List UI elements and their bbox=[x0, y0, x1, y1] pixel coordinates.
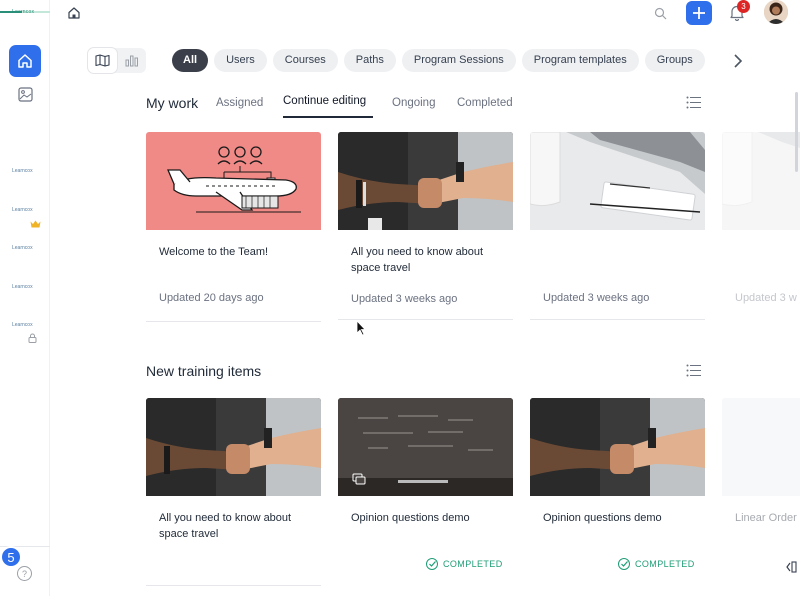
user-avatar[interactable] bbox=[764, 0, 788, 24]
chip-all[interactable]: All bbox=[172, 49, 209, 72]
status-badge: COMPLETED bbox=[618, 558, 695, 570]
rail-library-button[interactable] bbox=[17, 86, 33, 102]
tab-ongoing[interactable]: Ongoing bbox=[392, 97, 435, 109]
card-title: Opinion questions demo bbox=[543, 512, 662, 524]
my-work-card[interactable]: Updated 3 weeks ago bbox=[530, 132, 705, 322]
brand-logo[interactable]: Learncox bbox=[12, 9, 34, 15]
crown-icon bbox=[30, 215, 41, 228]
new-training-list-view-icon[interactable] bbox=[686, 364, 702, 377]
help-button[interactable]: ? bbox=[17, 566, 32, 581]
status-label: COMPLETED bbox=[635, 559, 695, 569]
chip-courses[interactable]: Courses bbox=[272, 49, 338, 72]
training-card[interactable]: Opinion questions demo COMPLETED bbox=[338, 398, 513, 588]
fist-bump-photo bbox=[338, 132, 513, 230]
home-icon bbox=[18, 54, 32, 68]
chip-groups[interactable]: Groups bbox=[644, 49, 705, 72]
card-title: All you need to know about space travel bbox=[159, 512, 292, 540]
notification-count-badge: 3 bbox=[737, 0, 750, 13]
chip-program-sessions[interactable]: Program Sessions bbox=[401, 49, 516, 72]
card-title: Welcome to the Team! bbox=[159, 246, 269, 258]
view-toggle bbox=[88, 48, 146, 73]
active-tab-indicator bbox=[283, 116, 373, 118]
lock-icon bbox=[28, 330, 37, 343]
card-title: All you need to know about space travel bbox=[351, 246, 484, 274]
analytics-view-button[interactable] bbox=[117, 48, 146, 73]
laptop-desk-photo bbox=[722, 132, 800, 230]
blank-thumbnail bbox=[722, 398, 800, 496]
collapse-panel-icon[interactable] bbox=[785, 560, 797, 573]
airplane-illustration bbox=[146, 132, 321, 230]
search-icon[interactable] bbox=[654, 7, 667, 20]
training-card[interactable]: Opinion questions demo COMPLETED bbox=[530, 398, 705, 588]
fist-bump-photo bbox=[146, 398, 321, 496]
my-work-card[interactable]: Updated 3 w bbox=[722, 132, 800, 322]
check-circle-icon bbox=[426, 558, 438, 570]
filter-chips: All Users Courses Paths Program Sessions Prog… bbox=[172, 49, 712, 73]
breadcrumb-home-icon[interactable] bbox=[67, 6, 81, 20]
status-badge: COMPLETED bbox=[426, 558, 503, 570]
chip-paths[interactable]: Paths bbox=[343, 49, 396, 72]
training-card[interactable]: All you need to know about space travel bbox=[146, 398, 321, 588]
chip-users[interactable]: Users bbox=[214, 49, 267, 72]
card-updated-meta: Updated 3 w bbox=[735, 292, 797, 304]
card-title: Linear Order bbox=[735, 512, 797, 524]
card-updated-meta: Updated 3 weeks ago bbox=[543, 292, 650, 304]
my-work-card[interactable]: All you need to know about space travel … bbox=[338, 132, 513, 322]
card-divider bbox=[530, 319, 705, 320]
onboarding-count-badge[interactable]: 5 bbox=[0, 546, 22, 568]
plus-icon bbox=[693, 7, 705, 19]
fist-bump-photo bbox=[530, 398, 705, 496]
left-rail: Learncox Learncox Learncox Learncox Lear… bbox=[0, 0, 50, 596]
chip-program-templates[interactable]: Program templates bbox=[521, 49, 639, 72]
create-button[interactable] bbox=[686, 1, 712, 25]
scrollbar[interactable] bbox=[795, 92, 798, 172]
image-gallery-icon bbox=[17, 86, 33, 102]
status-label: COMPLETED bbox=[443, 559, 503, 569]
chevron-right-icon[interactable] bbox=[731, 52, 745, 70]
card-updated-meta: Updated 3 weeks ago bbox=[351, 293, 458, 305]
tab-assigned[interactable]: Assigned bbox=[216, 97, 263, 109]
card-divider bbox=[146, 585, 321, 586]
card-updated-meta: Updated 20 days ago bbox=[159, 292, 264, 304]
rail-app-4[interactable]: Learncox bbox=[12, 284, 33, 290]
my-work-card[interactable]: Welcome to the Team! Updated 20 days ago bbox=[146, 132, 321, 322]
map-icon bbox=[95, 54, 110, 67]
rail-logo-accent bbox=[0, 0, 50, 13]
bar-chart-icon bbox=[125, 55, 138, 67]
tab-completed[interactable]: Completed bbox=[457, 97, 513, 109]
mouse-cursor-icon bbox=[356, 319, 366, 336]
rail-app-1[interactable]: Learncox bbox=[12, 168, 33, 174]
card-divider bbox=[146, 321, 321, 322]
map-view-button[interactable] bbox=[88, 48, 117, 73]
tab-continue-editing[interactable]: Continue editing bbox=[283, 95, 366, 107]
rail-app-2[interactable]: Learncox bbox=[12, 207, 33, 213]
my-work-list-view-icon[interactable] bbox=[686, 96, 702, 109]
laptop-desk-photo bbox=[530, 132, 705, 230]
new-training-title: New training items bbox=[146, 363, 262, 379]
rail-home-button[interactable] bbox=[9, 45, 41, 77]
card-title: Opinion questions demo bbox=[351, 512, 470, 524]
rail-app-5[interactable]: Learncox bbox=[12, 322, 33, 328]
rail-app-3[interactable]: Learncox bbox=[12, 245, 33, 251]
check-circle-icon bbox=[618, 558, 630, 570]
my-work-title: My work bbox=[146, 95, 199, 111]
question-type-icon bbox=[352, 472, 366, 490]
